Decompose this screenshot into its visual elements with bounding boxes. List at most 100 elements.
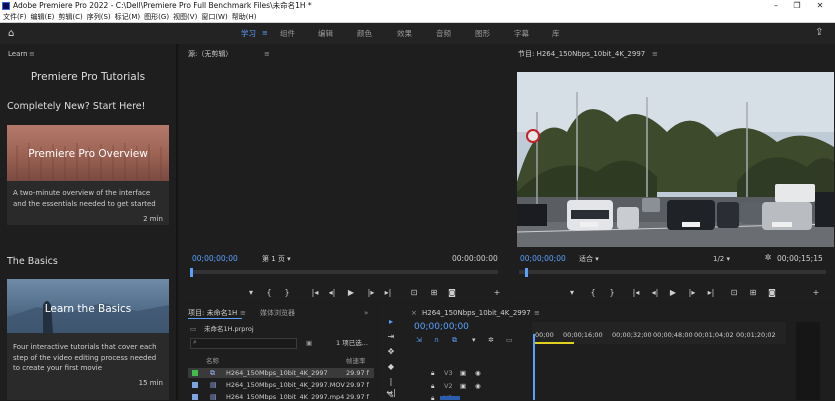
pen-tool-icon[interactable]: ✎ [385, 390, 397, 401]
menu-file[interactable]: 文件(F) [3, 12, 27, 23]
source-play-button[interactable]: ▶ [345, 288, 357, 298]
workspace-tab-editing[interactable]: 编辑 [318, 28, 333, 39]
lock-icon[interactable]: 🔒︎ [431, 393, 434, 400]
source-insert-button[interactable]: ⊡ [408, 288, 420, 298]
selection-tool-icon[interactable]: ▸ [385, 316, 397, 327]
menu-clip[interactable]: 剪辑(C) [58, 12, 82, 23]
razor-tool-icon[interactable]: ◆ [385, 361, 397, 372]
settings-wrench-icon[interactable]: ✲ [488, 335, 494, 345]
table-row[interactable]: ⧉ H264_150Mbps_10bit_4K_2997 29.97 f [188, 368, 374, 378]
workspace-tab-graphics[interactable]: 图形 [475, 28, 490, 39]
source-camera-icon[interactable]: ◙ [446, 288, 458, 298]
menu-window[interactable]: 窗口(W) [201, 12, 227, 23]
timeline-playhead[interactable] [533, 334, 535, 400]
source-mark-out-button[interactable]: } [281, 288, 293, 298]
source-overwrite-button[interactable]: ⊞ [428, 288, 440, 298]
program-zoom-select[interactable]: 适合 ▾ [579, 254, 623, 264]
home-icon[interactable]: ⌂ [8, 28, 19, 39]
source-step-fwd-button[interactable]: |▸ [365, 288, 377, 298]
source-go-in-button[interactable]: |◂ [309, 288, 321, 298]
menu-help[interactable]: 帮助(H) [232, 12, 257, 23]
timeline-menu-icon[interactable]: ≡ [534, 308, 540, 318]
learn-panel-menu-icon[interactable]: ≡ [29, 49, 35, 59]
source-monitor-tab[interactable]: 源:（无剪辑） [188, 49, 232, 59]
source-marker-button[interactable]: ▾ [245, 288, 257, 298]
add-marker-icon[interactable]: ▾ [472, 335, 476, 345]
source-page-select[interactable]: 第 1 页 ▾ [262, 254, 304, 264]
program-play-button[interactable]: ▶ [667, 288, 679, 298]
table-row[interactable]: ▤ H264_150Mbps_10bit_4K_2997.MOV 29.97 f [188, 380, 374, 390]
nest-icon[interactable]: ⇲ [416, 335, 422, 345]
close-button[interactable]: ✕ [813, 0, 827, 12]
workspace-tab-learning[interactable]: 学习 [241, 28, 256, 39]
program-step-fwd-button[interactable]: |▸ [686, 288, 698, 298]
wrench-icon[interactable]: ✲ [762, 253, 774, 263]
program-step-back-button[interactable]: ◂| [649, 288, 661, 298]
program-extract-button[interactable]: ⊞ [747, 288, 759, 298]
program-mark-out-button[interactable]: } [606, 288, 618, 298]
captions-icon[interactable]: ▭ [506, 335, 513, 345]
program-video-frame[interactable] [517, 72, 834, 247]
table-row[interactable]: ▤ H264_150Mbps_10bit_4K_2997.mp4 29.97 f [188, 392, 374, 400]
menu-graphics[interactable]: 图形(G) [144, 12, 169, 23]
program-playhead[interactable] [525, 268, 529, 277]
timeline-close-icon[interactable]: × [411, 308, 417, 318]
menu-sequence[interactable]: 序列(S) [87, 12, 111, 23]
source-go-out-button[interactable]: ▸| [382, 288, 394, 298]
project-tab[interactable]: 项目: 未命名1H [188, 308, 237, 318]
slip-tool-icon[interactable]: |↔| [385, 376, 397, 397]
program-timecode[interactable]: 00;00;00;00 [520, 254, 566, 264]
workspace-tab-color[interactable]: 颜色 [357, 28, 372, 39]
program-scrub-bar[interactable] [519, 270, 826, 274]
project-search-input[interactable]: ⌕ [190, 338, 297, 349]
program-resolution-select[interactable]: 1/2 ▾ [713, 254, 753, 264]
sync-lock-icon[interactable]: ▣ [460, 368, 466, 378]
linked-select-icon[interactable]: ⧉ [452, 335, 457, 345]
program-monitor-tab[interactable]: 节目: H264_150Nbps_10bit_4K_2997 [518, 49, 645, 59]
program-go-out-button[interactable]: ▸| [705, 288, 717, 298]
workspace-menu-icon[interactable]: ≡ [262, 28, 268, 39]
media-browser-tab[interactable]: 媒体浏览器 [260, 308, 295, 318]
eye-icon[interactable]: ◉ [475, 381, 481, 391]
work-area-bar[interactable] [534, 342, 574, 344]
program-add-button[interactable]: + [810, 288, 822, 298]
lock-icon[interactable]: 🔒︎ [431, 381, 434, 391]
workspace-tab-captions[interactable]: 字幕 [514, 28, 529, 39]
sync-lock-icon[interactable]: ▣ [460, 381, 466, 391]
source-add-button[interactable]: + [491, 288, 503, 298]
timeline-timecode[interactable]: 00;00;00;00 [414, 322, 469, 332]
column-name-header[interactable]: 名称 [206, 356, 219, 366]
source-menu-icon[interactable]: ≡ [264, 49, 270, 59]
minimize-button[interactable]: – [769, 0, 783, 12]
new-bin-icon[interactable]: ▣ [306, 338, 312, 348]
timeline-ruler[interactable]: 00;00 00;00;16;00 00;00;32;00 00;00;48;0… [532, 322, 786, 344]
timeline-sequence-tab[interactable]: H264_150Nbps_10bit_4K_2997 [422, 308, 531, 318]
program-go-in-button[interactable]: |◂ [630, 288, 642, 298]
menu-view[interactable]: 视图(V) [173, 12, 197, 23]
source-mark-in-button[interactable]: { [263, 288, 275, 298]
program-lift-button[interactable]: ⊡ [728, 288, 740, 298]
lock-icon[interactable]: 🔒︎ [431, 368, 434, 378]
track-select-tool-icon[interactable]: ⇥ [385, 331, 397, 342]
project-menu-icon[interactable]: ≡ [240, 308, 246, 318]
source-timecode[interactable]: 00;00;00;00 [192, 254, 238, 264]
tutorial-card-overview[interactable]: Premiere Pro Overview A two-minute overv… [7, 125, 169, 225]
workspace-tab-audio[interactable]: 音频 [436, 28, 451, 39]
learn-panel-tab[interactable]: Learn [8, 49, 28, 59]
source-playhead[interactable] [190, 268, 193, 277]
workspace-tab-assembly[interactable]: 组件 [280, 28, 295, 39]
workspace-tab-libraries[interactable]: 库 [552, 28, 560, 39]
snap-icon[interactable]: ∩ [434, 335, 439, 345]
workspace-tab-effects[interactable]: 效果 [397, 28, 412, 39]
menu-markers[interactable]: 标记(M) [115, 12, 141, 23]
ripple-edit-tool-icon[interactable]: ✥ [385, 346, 397, 357]
eye-icon[interactable]: ◉ [475, 368, 481, 378]
program-mark-in-button[interactable]: { [587, 288, 599, 298]
panel-overflow-icon[interactable]: » [364, 308, 368, 318]
program-camera-icon[interactable]: ◙ [766, 288, 778, 298]
maximize-button[interactable]: ❐ [790, 0, 804, 12]
menu-edit[interactable]: 编辑(E) [31, 12, 55, 23]
source-scrub-bar[interactable] [190, 270, 498, 274]
tutorial-card-basics[interactable]: Learn the Basics Four interactive tutori… [7, 279, 169, 400]
program-marker-button[interactable]: ▾ [566, 288, 578, 298]
